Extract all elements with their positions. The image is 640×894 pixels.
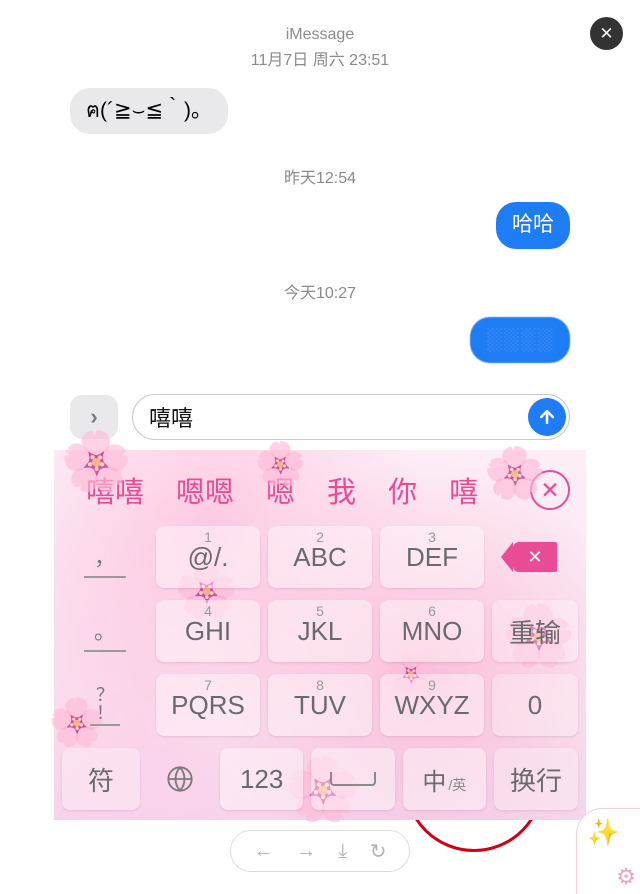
key-2-abc[interactable]: ABC <box>268 526 372 588</box>
send-button[interactable] <box>528 398 566 436</box>
candidate-word[interactable]: 嘻 <box>433 469 494 511</box>
key-period[interactable]: 。 <box>62 600 148 662</box>
key-4-ghi[interactable]: GHI <box>156 600 260 662</box>
key-123[interactable]: 123 <box>220 748 303 810</box>
timestamp: 今天10:27 <box>70 279 570 303</box>
key-0[interactable]: 0 <box>492 674 578 736</box>
key-1[interactable]: @/. <box>156 526 260 588</box>
timestamp: 昨天12:54 <box>70 164 570 188</box>
close-icon: ✕ <box>599 24 613 44</box>
header-date: 11月7日 周六 23:51 <box>54 46 586 70</box>
backspace-icon: ✕ <box>513 542 557 572</box>
key-3-def[interactable]: DEF <box>380 526 484 588</box>
key-9-wxyz[interactable]: WXYZ <box>380 674 484 736</box>
sparkle-icon: ✨ <box>587 817 619 848</box>
assistant-badge[interactable]: ✨ ⚙ <box>576 808 640 894</box>
gear-icon: ⚙ <box>616 864 636 890</box>
message-row: ░░░░ <box>70 317 570 363</box>
nav-back-button[interactable]: ← <box>253 840 273 863</box>
message-input[interactable] <box>132 394 570 440</box>
imessage-app: iMessage 11月7日 周六 23:51 ฅ(´≧⌣≦｀)。 昨天12:5… <box>54 0 586 820</box>
key-grid: ， @/. ABC DEF ✕ 。 GHI JKL MNO 重输 ？ ！ PQR… <box>62 526 578 810</box>
expand-apps-button[interactable]: › <box>70 395 118 439</box>
input-wrap <box>132 394 570 440</box>
message-row: ฅ(´≧⌣≦｀)。 <box>70 88 570 134</box>
message-row: 哈哈 <box>70 202 570 248</box>
key-qmark-excl[interactable]: ？ ！ <box>62 674 148 736</box>
key-return[interactable]: 换行 <box>494 748 578 810</box>
nav-forward-button[interactable]: → <box>296 840 316 863</box>
key-language-toggle[interactable]: 中/英 <box>403 748 486 810</box>
candidate-word[interactable]: 嗯 <box>250 469 311 511</box>
arrow-up-icon <box>537 407 557 427</box>
compose-row: › <box>54 388 586 450</box>
sent-bubble[interactable]: 哈哈 <box>496 202 570 248</box>
received-bubble[interactable]: ฅ(´≧⌣≦｀)。 <box>70 88 228 134</box>
space-icon <box>330 772 376 786</box>
candidate-word[interactable]: 嘻嘻 <box>70 469 160 511</box>
candidate-clear-button[interactable]: ✕ <box>530 470 570 510</box>
key-space[interactable] <box>311 748 394 810</box>
candidate-bar: 嘻嘻 嗯嗯 嗯 我 你 嘻 ✕ <box>62 458 578 522</box>
key-8-tuv[interactable]: TUV <box>268 674 372 736</box>
key-5-jkl[interactable]: JKL <box>268 600 372 662</box>
viewer-toolbar: ← → ⤓ ↻ <box>230 830 410 872</box>
key-retype[interactable]: 重输 <box>492 600 578 662</box>
sent-bubble-effect[interactable]: ░░░░ <box>470 317 570 363</box>
chevron-right-icon: › <box>90 404 97 430</box>
download-button[interactable]: ⤓ <box>338 840 347 863</box>
candidate-word[interactable]: 我 <box>311 469 372 511</box>
chat-header: iMessage 11月7日 周六 23:51 <box>54 0 586 78</box>
header-title: iMessage <box>54 26 586 44</box>
key-comma[interactable]: ， <box>62 526 148 588</box>
message-thread[interactable]: ฅ(´≧⌣≦｀)。 昨天12:54 哈哈 今天10:27 ░░░░ <box>54 78 586 388</box>
keyboard: 🌸 🌸 🌸 🌸 🌸 🌸 🌸 🌸 嘻嘻 嗯嗯 嗯 我 你 嘻 ✕ ， @/. AB… <box>54 450 586 820</box>
key-globe[interactable] <box>148 748 212 810</box>
globe-icon <box>166 765 194 793</box>
candidate-word[interactable]: 嗯嗯 <box>160 469 250 511</box>
key-6-mno[interactable]: MNO <box>380 600 484 662</box>
key-backspace[interactable]: ✕ <box>492 526 578 588</box>
close-overlay-button[interactable]: ✕ <box>590 17 623 50</box>
candidate-word[interactable]: 你 <box>372 469 433 511</box>
key-7-pqrs[interactable]: PQRS <box>156 674 260 736</box>
key-symbols[interactable]: 符 <box>62 748 140 810</box>
refresh-button[interactable]: ↻ <box>370 839 387 864</box>
